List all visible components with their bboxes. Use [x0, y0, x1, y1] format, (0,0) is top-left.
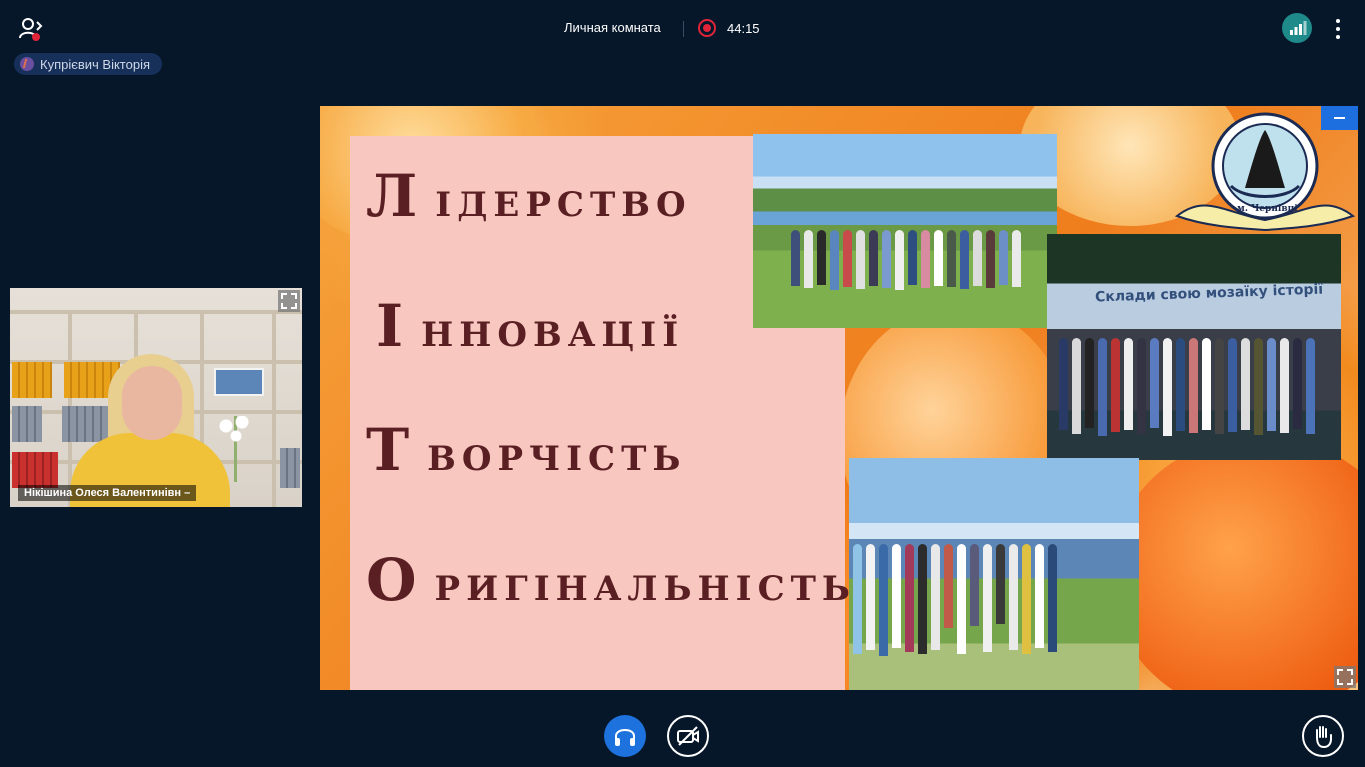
more-options-button[interactable]: [1330, 17, 1346, 41]
active-speaker-chip: Купрієвич Вікторія: [14, 53, 163, 75]
word-2-rest: ННОВАЦІЇ: [421, 315, 685, 355]
fullscreen-presentation-button[interactable]: [1334, 666, 1356, 688]
slide-word-3: Т ВОРЧІСТЬ: [366, 416, 686, 484]
group-photo-banner: Склади свою мозаїку історії: [1047, 234, 1341, 460]
audio-button[interactable]: [604, 715, 646, 757]
expand-icon: [281, 293, 297, 309]
binders-grey: [12, 406, 42, 442]
slide-word-2: І ННОВАЦІЇ: [376, 292, 684, 360]
picture-frame: [214, 368, 264, 396]
banner-text: Склади свою мозаїку історії: [1094, 281, 1324, 306]
active-speaker-name: Купрієвич Вікторія: [40, 56, 151, 72]
participant-name-label: Нікішина Олеся Валентинівн –: [18, 485, 197, 501]
shared-presentation-slide: Л ІДЕРСТВО І ННОВАЦІЇ Т ВОРЧІСТЬ О РИГІН…: [320, 106, 1358, 690]
camera-toggle-button[interactable]: [667, 715, 709, 757]
word-2-initial: І: [376, 292, 404, 360]
word-1-rest: ІДЕРСТВО: [435, 185, 692, 225]
users-icon: [19, 18, 43, 41]
user-avatar-icon: [20, 57, 34, 71]
camera-off-icon: [677, 726, 699, 746]
slide-word-1: Л ІДЕРСТВО: [366, 162, 692, 230]
binders-red: [12, 452, 58, 488]
word-3-initial: Т: [366, 416, 410, 484]
recording-timer: 44:15: [727, 21, 760, 36]
logo-caption: м. Чернівці: [1237, 204, 1298, 214]
more-vertical-icon: [1336, 19, 1340, 23]
binders-yellow: [12, 362, 52, 398]
word-4-rest: РИГІНАЛЬНІСТЬ: [434, 569, 856, 609]
word-4-initial: О: [366, 546, 417, 614]
word-3-rest: ВОРЧІСТЬ: [427, 439, 687, 479]
headphones-icon: [615, 729, 635, 746]
signal-bars-icon: [1290, 21, 1307, 35]
slide-word-4: О РИГІНАЛЬНІСТЬ: [366, 546, 856, 614]
binders-grey-3: [280, 448, 300, 488]
participant-video-tile[interactable]: Нікішина Олеся Валентинівн –: [10, 288, 302, 507]
person-face: [122, 366, 182, 440]
group-photo-river: [849, 458, 1139, 690]
word-1-initial: Л: [366, 162, 418, 230]
raise-hand-icon: [1316, 726, 1332, 749]
group-photo-hill: [753, 134, 1057, 328]
participants-button[interactable]: [18, 16, 46, 42]
room-title: Личная комната: [564, 20, 661, 35]
minimize-presentation-button[interactable]: [1321, 106, 1358, 130]
expand-video-button[interactable]: [278, 290, 300, 312]
raise-hand-button[interactable]: [1302, 715, 1344, 757]
expand-icon: [1337, 669, 1353, 685]
record-icon: [698, 19, 716, 37]
connection-quality-button[interactable]: [1282, 13, 1312, 43]
header-divider: [683, 21, 684, 37]
binders-grey-2: [62, 406, 108, 442]
